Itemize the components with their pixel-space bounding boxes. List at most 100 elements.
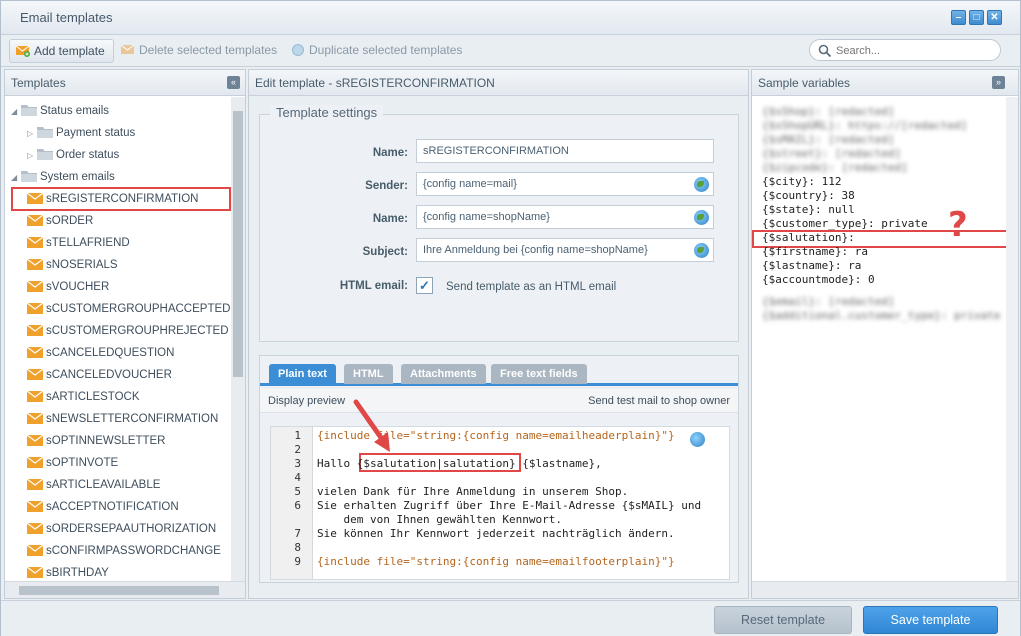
- save-template-button[interactable]: Save template: [863, 606, 998, 634]
- subject-value: Ihre Anmeldung bei {config name=shopName…: [423, 244, 648, 256]
- sample-variable-line: {$lastname}: ra: [762, 259, 862, 272]
- tab-free-text-fields[interactable]: Free text fields: [491, 364, 587, 384]
- sample-variable-line: {$city}: 112: [762, 175, 842, 188]
- tree-template-item[interactable]: sOPTINVOTE: [27, 453, 118, 473]
- tree-template-item[interactable]: sCONFIRMPASSWORDCHANGE: [27, 541, 221, 561]
- mail-icon: [27, 545, 43, 556]
- edit-template-panel: Edit template - sREGISTERCONFIRMATION Te…: [248, 69, 749, 599]
- sample-variables-title: Sample variables: [758, 76, 851, 90]
- blurred-variable-line: {$sShopURL}: https://[redacted]: [762, 119, 968, 132]
- sender-value: {config name=mail}: [423, 178, 517, 190]
- sample-variable-line: {$accountmode}: 0: [762, 273, 875, 286]
- plain-text-code-editor[interactable]: 1 {include file="string:{config name=emai…: [270, 426, 730, 580]
- add-template-label: Add template: [34, 44, 105, 58]
- tree-template-item[interactable]: sORDERSEPAAUTHORIZATION: [27, 519, 216, 539]
- from-name-field[interactable]: {config name=shopName}: [416, 205, 714, 229]
- tree-folder[interactable]: ▷ Order status: [27, 145, 119, 165]
- tree-template-item[interactable]: sTELLAFRIEND: [27, 233, 130, 253]
- line-number: 9: [294, 555, 301, 568]
- templates-panel-header: Templates «: [5, 70, 245, 96]
- tree-folder[interactable]: ◢ Status emails: [11, 101, 109, 121]
- collapse-left-icon[interactable]: «: [227, 76, 240, 89]
- template-settings-legend: Template settings: [270, 105, 384, 120]
- tree-template-item[interactable]: sACCEPTNOTIFICATION: [27, 497, 179, 517]
- expand-arrow-closed-icon[interactable]: ▷: [27, 124, 37, 144]
- tab-html[interactable]: HTML: [344, 364, 393, 384]
- tree-template-item[interactable]: sOPTINNEWSLETTER: [27, 431, 165, 451]
- duplicate-templates-button[interactable]: Duplicate selected templates: [285, 39, 470, 63]
- sample-variables-panel: Sample variables » {$sShop}: [redacted] …: [751, 69, 1019, 599]
- search-input[interactable]: [836, 43, 986, 58]
- duplicate-icon: [292, 44, 304, 56]
- maximize-icon[interactable]: □: [969, 10, 984, 25]
- translate-globe-icon[interactable]: [690, 432, 705, 447]
- collapse-right-icon[interactable]: »: [992, 76, 1005, 89]
- tree-vertical-scrollbar[interactable]: [231, 97, 245, 581]
- tree-item-label: sCANCELEDQUESTION: [46, 347, 175, 359]
- email-templates-window: Email templates – □ ✕ Add template Delet…: [0, 0, 1021, 636]
- line-number: 5: [294, 485, 301, 498]
- tree-template-item[interactable]: sCUSTOMERGROUPHREJECTED: [27, 321, 229, 341]
- sender-field[interactable]: {config name=mail}: [416, 172, 714, 196]
- translate-globe-icon[interactable]: [694, 177, 709, 192]
- tree-template-item[interactable]: sBIRTHDAY: [27, 563, 109, 581]
- line-number: 7: [294, 527, 301, 540]
- tree-item-label: sTELLAFRIEND: [46, 237, 130, 249]
- translate-globe-icon[interactable]: [694, 243, 709, 258]
- duplicate-templates-label: Duplicate selected templates: [309, 43, 463, 57]
- code-text: Sie können Ihr Kennwort jederzeit nachtr…: [317, 527, 675, 540]
- edit-template-header: Edit template - sREGISTERCONFIRMATION: [249, 70, 748, 96]
- tree-item-label: Payment status: [56, 127, 136, 139]
- search-box[interactable]: [809, 39, 1001, 61]
- tree-template-item[interactable]: sNOSERIALS: [27, 255, 118, 275]
- from-name-label: Name:: [372, 213, 408, 225]
- blurred-variable-line: {$sMAIL}: [redacted]: [762, 133, 895, 146]
- tree-template-item[interactable]: sARTICLEAVAILABLE: [27, 475, 160, 495]
- tree-item-label: sBIRTHDAY: [46, 567, 109, 579]
- name-field[interactable]: sREGISTERCONFIRMATION: [416, 139, 714, 163]
- close-icon[interactable]: ✕: [987, 10, 1002, 25]
- tree-horizontal-scrollbar[interactable]: [5, 581, 245, 598]
- tree-template-item[interactable]: sNEWSLETTERCONFIRMATION: [27, 409, 218, 429]
- sample-variable-line: {$customer_type}: private: [762, 217, 928, 230]
- expand-arrow-open-icon[interactable]: ◢: [11, 168, 21, 188]
- expand-arrow-closed-icon[interactable]: ▷: [27, 146, 37, 166]
- tab-plain-text[interactable]: Plain text: [269, 364, 336, 384]
- tree-item-label: sORDER: [46, 215, 94, 227]
- add-template-button[interactable]: Add template: [9, 39, 114, 63]
- send-test-mail-link[interactable]: Send test mail to shop owner: [588, 395, 730, 407]
- sample-variables-header: Sample variables »: [752, 70, 1018, 96]
- tree-template-item[interactable]: sVOUCHER: [27, 277, 109, 297]
- templates-panel: Templates « ◢ Status emails ▷ Payment statu…: [4, 69, 246, 599]
- delete-templates-button[interactable]: Delete selected templates: [115, 39, 285, 63]
- line-number: 3: [294, 457, 301, 470]
- html-email-label: HTML email:: [339, 280, 408, 292]
- tree-template-item[interactable]: sCANCELEDVOUCHER: [27, 365, 172, 385]
- tree-template-item[interactable]: sCUSTOMERGROUPHACCEPTED: [27, 299, 230, 319]
- expand-arrow-open-icon[interactable]: ◢: [11, 102, 21, 122]
- mail-icon: [27, 303, 43, 314]
- sender-label: Sender:: [365, 180, 408, 192]
- tree-template-item[interactable]: sARTICLESTOCK: [27, 387, 140, 407]
- subject-field[interactable]: Ihre Anmeldung bei {config name=shopName…: [416, 238, 714, 262]
- samples-horizontal-scrollbar[interactable]: [752, 581, 1018, 598]
- name-value: sREGISTERCONFIRMATION: [423, 145, 569, 157]
- tree-template-item[interactable]: sCANCELEDQUESTION: [27, 343, 174, 363]
- window-titlebar[interactable]: Email templates – □ ✕: [1, 1, 1020, 35]
- tree-template-item[interactable]: sORDER: [27, 211, 93, 231]
- tree-folder[interactable]: ▷ Payment status: [27, 123, 135, 143]
- content-editor: Plain text HTML Attachments Free text fi…: [259, 355, 739, 583]
- tree-item-label: System emails: [40, 171, 115, 183]
- display-preview-link[interactable]: Display preview: [268, 395, 345, 407]
- toolbar: Add template Delete selected templates D…: [1, 35, 1020, 67]
- tree-folder[interactable]: ◢ System emails: [11, 167, 115, 187]
- translate-globe-icon[interactable]: [694, 210, 709, 225]
- samples-vertical-scrollbar[interactable]: [1006, 97, 1018, 581]
- mail-icon: [27, 237, 43, 248]
- templates-panel-title: Templates: [11, 76, 66, 90]
- html-email-checkbox[interactable]: ✓: [416, 277, 433, 294]
- template-tree: ◢ Status emails ▷ Payment status ▷ Order stat…: [5, 97, 233, 581]
- minimize-icon[interactable]: –: [951, 10, 966, 25]
- tab-attachments[interactable]: Attachments: [401, 364, 486, 384]
- reset-template-button[interactable]: Reset template: [714, 606, 852, 634]
